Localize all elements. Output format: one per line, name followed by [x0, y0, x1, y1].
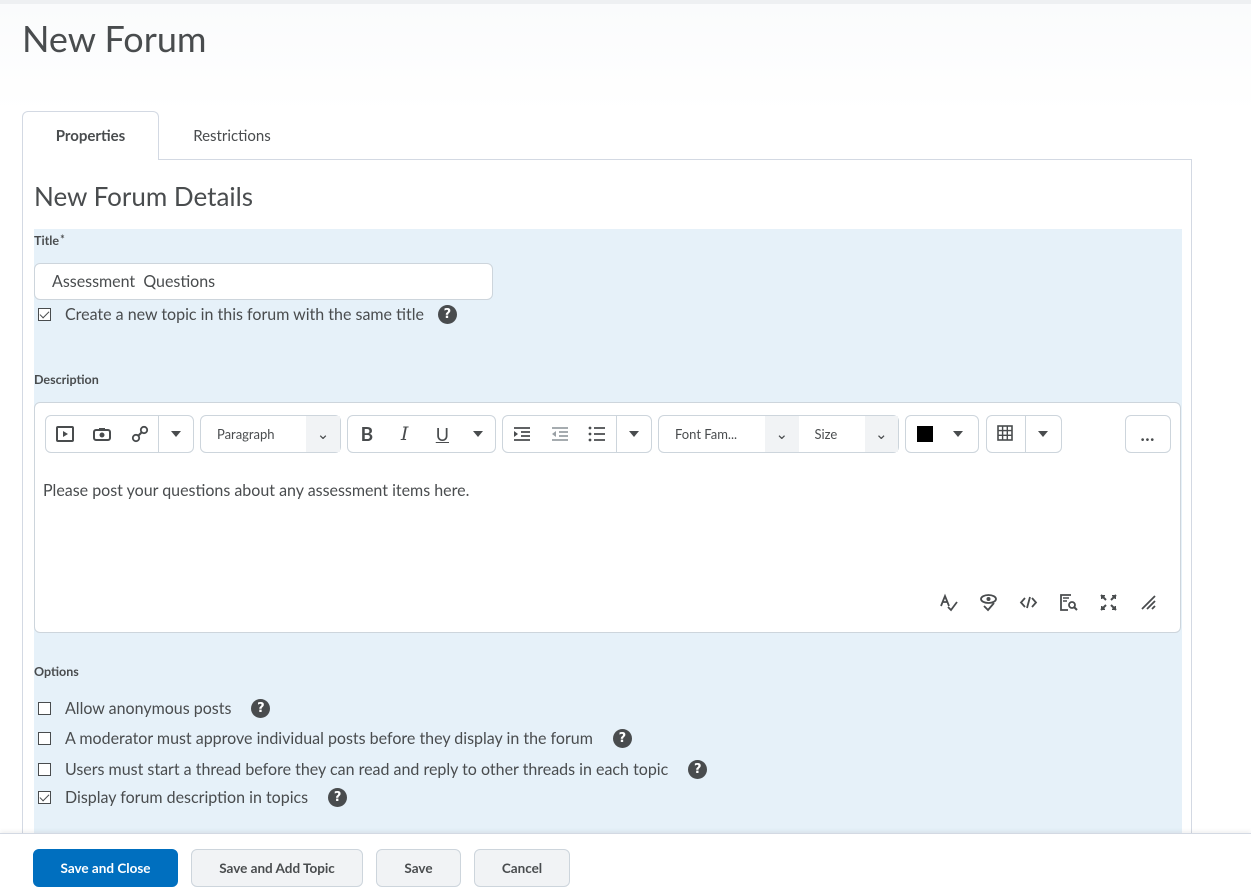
- link-icon: [131, 425, 148, 443]
- options-label: Options: [34, 664, 79, 679]
- help-icon[interactable]: ?: [328, 788, 348, 807]
- create-topic-option[interactable]: Create a new topic in this forum with th…: [38, 305, 457, 324]
- save-button[interactable]: Save: [376, 849, 461, 887]
- list-toolbar-group: [502, 415, 652, 453]
- page-title: New Forum: [22, 16, 207, 60]
- option-anonymous-posts[interactable]: Allow anonymous posts ?: [38, 699, 271, 718]
- create-topic-label: Create a new topic in this forum with th…: [65, 305, 424, 324]
- properties-panel: New Forum Details Title* Create a new to…: [22, 159, 1192, 895]
- table-toolbar-group: [986, 415, 1062, 453]
- indent-button[interactable]: [503, 416, 541, 452]
- cancel-button[interactable]: Cancel: [474, 849, 570, 887]
- format-more-dropdown[interactable]: [461, 416, 495, 452]
- title-label: Title*: [34, 233, 65, 248]
- page-header: New Forum: [0, 4, 1251, 112]
- text-color-picker[interactable]: [905, 415, 979, 453]
- chevron-down-icon: [1038, 431, 1049, 437]
- start-thread-label: Users must start a thread before they ca…: [65, 760, 669, 779]
- save-and-add-topic-button[interactable]: Save and Add Topic: [191, 849, 363, 887]
- description-label: Description: [34, 372, 99, 387]
- bullet-list-icon: [588, 426, 606, 442]
- resize-handle-icon[interactable]: [1139, 593, 1158, 612]
- option-display-description[interactable]: Display forum description in topics ?: [38, 788, 348, 807]
- rich-text-editor: Paragraph ⌄ B I U Font Fam... ⌄ Size ⌄ ……: [34, 402, 1181, 633]
- camera-icon: [93, 428, 112, 441]
- required-marker: *: [60, 233, 65, 246]
- help-icon[interactable]: ?: [612, 729, 632, 748]
- preview-svg: [1060, 594, 1078, 611]
- table-icon: [996, 425, 1013, 441]
- more-icon: …: [1140, 423, 1156, 445]
- moderator-approve-label: A moderator must approve individual post…: [65, 729, 593, 748]
- help-icon[interactable]: ?: [688, 760, 708, 779]
- outdent-icon: [551, 427, 568, 441]
- accessibility-check-icon[interactable]: [979, 593, 998, 612]
- video-icon: [55, 426, 74, 442]
- chevron-down-icon: [473, 431, 484, 437]
- chevron-down-icon: ⌄: [306, 416, 340, 452]
- spellcheck-svg: [940, 593, 958, 612]
- bullet-list-button[interactable]: [579, 416, 617, 452]
- source-code-icon[interactable]: [1019, 593, 1038, 612]
- insert-link-button[interactable]: [121, 416, 158, 452]
- code-svg: [1019, 596, 1038, 609]
- italic-button[interactable]: I: [386, 416, 424, 452]
- editor-bottom-toolbar: [939, 593, 1158, 612]
- fullscreen-svg: [1100, 594, 1117, 611]
- start-thread-checkbox[interactable]: [38, 763, 51, 776]
- list-more-dropdown[interactable]: [617, 416, 651, 452]
- help-icon[interactable]: ?: [437, 305, 457, 324]
- indent-icon: [513, 427, 530, 441]
- anonymous-posts-checkbox[interactable]: [38, 702, 51, 715]
- resize-svg: [1141, 595, 1156, 610]
- preview-icon[interactable]: [1059, 593, 1078, 612]
- moderator-approve-checkbox[interactable]: [38, 732, 51, 745]
- section-heading: New Forum Details: [34, 180, 254, 212]
- save-and-close-button[interactable]: Save and Close: [33, 849, 178, 887]
- display-description-label: Display forum description in topics: [65, 788, 309, 807]
- chevron-down-icon[interactable]: ⌄: [765, 416, 799, 452]
- chevron-down-icon[interactable]: ⌄: [864, 416, 898, 452]
- insert-table-button[interactable]: [987, 416, 1025, 452]
- underline-button[interactable]: U: [424, 416, 462, 452]
- chevron-down-icon: [171, 431, 182, 437]
- insert-image-button[interactable]: [83, 416, 120, 452]
- bold-button[interactable]: B: [348, 416, 386, 452]
- title-input[interactable]: [34, 263, 493, 300]
- format-toolbar-group: B I U: [347, 415, 496, 453]
- option-start-thread[interactable]: Users must start a thread before they ca…: [38, 760, 708, 779]
- action-footer: Save and Close Save and Add Topic Save C…: [0, 833, 1251, 895]
- font-toolbar-group: Font Fam... ⌄ Size ⌄: [658, 415, 899, 453]
- paragraph-select[interactable]: Paragraph ⌄: [200, 415, 341, 453]
- font-size-select[interactable]: Size: [799, 426, 865, 442]
- table-more-dropdown[interactable]: [1025, 416, 1061, 452]
- create-topic-checkbox[interactable]: [38, 308, 51, 321]
- insert-toolbar-group: [45, 415, 194, 453]
- insert-video-button[interactable]: [46, 416, 83, 452]
- spellcheck-icon[interactable]: [939, 593, 958, 612]
- display-description-checkbox[interactable]: [38, 791, 51, 804]
- more-actions-button[interactable]: …: [1125, 415, 1171, 453]
- tab-properties[interactable]: Properties: [22, 111, 159, 160]
- accessibility-svg: [980, 594, 997, 612]
- fullscreen-icon[interactable]: [1099, 593, 1118, 612]
- chevron-down-icon: [629, 431, 640, 437]
- help-icon[interactable]: ?: [251, 699, 271, 718]
- chevron-down-icon: [953, 431, 963, 437]
- paragraph-select-label: Paragraph: [217, 426, 275, 442]
- anonymous-posts-label: Allow anonymous posts: [65, 699, 232, 718]
- color-swatch: [917, 426, 933, 442]
- insert-more-dropdown[interactable]: [159, 416, 193, 452]
- title-label-text: Title: [34, 233, 60, 248]
- editor-content[interactable]: Please post your questions about any ass…: [43, 481, 469, 500]
- font-family-select[interactable]: Font Fam...: [659, 426, 765, 442]
- tab-restrictions[interactable]: Restrictions: [159, 111, 305, 160]
- outdent-button[interactable]: [541, 416, 579, 452]
- option-moderator-approve[interactable]: A moderator must approve individual post…: [38, 729, 632, 748]
